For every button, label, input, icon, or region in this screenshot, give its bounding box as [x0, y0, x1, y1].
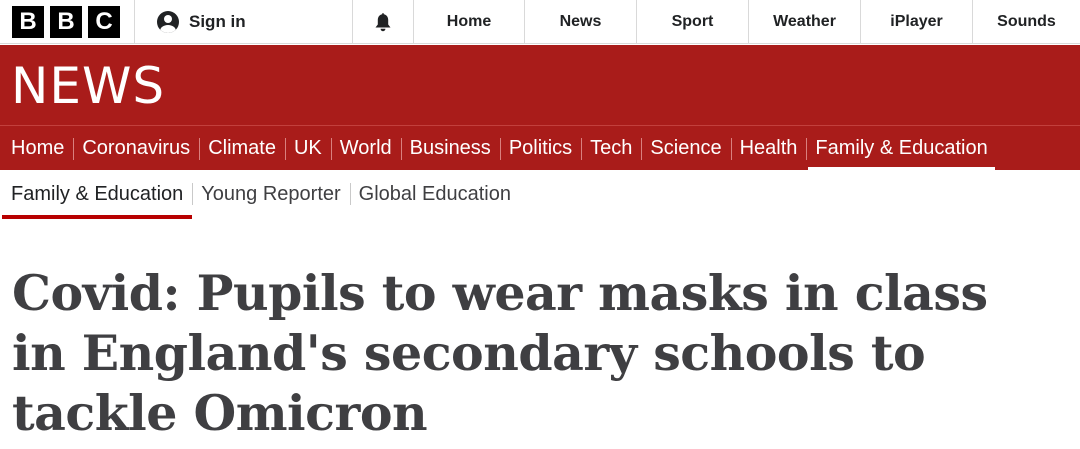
article-headline: Covid: Pupils to wear masks in class in …	[12, 264, 988, 442]
sub-nav: Family & Education Young Reporter Global…	[0, 171, 1080, 219]
topnav-news-label: News	[559, 12, 602, 30]
topnav-home[interactable]: Home	[414, 0, 525, 43]
global-header: B B C Sign in Home News Sport Weather iP…	[0, 0, 1080, 44]
topnav-sounds-label: Sounds	[997, 12, 1056, 30]
nav-item-family-education[interactable]: Family & Education	[806, 126, 996, 171]
bell-icon	[375, 12, 391, 31]
nav-item-science[interactable]: Science	[641, 126, 730, 171]
sign-in-button[interactable]: Sign in	[135, 0, 353, 43]
topnav-sport-label: Sport	[671, 12, 714, 30]
news-logo[interactable]: NEWS	[11, 57, 165, 115]
topnav-news[interactable]: News	[525, 0, 637, 43]
topnav-weather-label: Weather	[773, 12, 836, 30]
news-masthead: NEWS	[0, 45, 1080, 125]
section-nav: Home Coronavirus Climate UK World Busine…	[0, 125, 1080, 171]
topnav-weather[interactable]: Weather	[749, 0, 861, 43]
nav-item-health[interactable]: Health	[730, 126, 807, 171]
nav-item-home[interactable]: Home	[2, 126, 73, 171]
nav-item-politics[interactable]: Politics	[499, 126, 581, 171]
topnav-iplayer-label: iPlayer	[890, 12, 943, 30]
nav-item-coronavirus[interactable]: Coronavirus	[73, 126, 199, 171]
subnav-item-global-education[interactable]: Global Education	[349, 171, 520, 217]
nav-item-uk[interactable]: UK	[284, 126, 331, 171]
logo-letter-b2: B	[50, 5, 82, 38]
user-avatar-icon	[157, 10, 179, 33]
sign-in-label: Sign in	[189, 11, 246, 31]
logo-letter-b1: B	[12, 5, 44, 38]
subnav-item-family-education[interactable]: Family & Education	[2, 171, 193, 219]
logo-letter-c: C	[88, 5, 120, 38]
bbc-logo[interactable]: B B C	[0, 0, 135, 43]
nav-item-world[interactable]: World	[330, 126, 401, 171]
notifications-button[interactable]	[353, 0, 414, 43]
subnav-item-young-reporter[interactable]: Young Reporter	[192, 171, 349, 217]
topnav-sport[interactable]: Sport	[637, 0, 749, 43]
topnav-iplayer[interactable]: iPlayer	[861, 0, 973, 43]
nav-item-climate[interactable]: Climate	[199, 126, 285, 171]
topnav-sounds[interactable]: Sounds	[973, 0, 1080, 43]
nav-item-business[interactable]: Business	[400, 126, 500, 171]
topnav-home-label: Home	[446, 12, 492, 30]
nav-item-tech[interactable]: Tech	[581, 126, 641, 171]
